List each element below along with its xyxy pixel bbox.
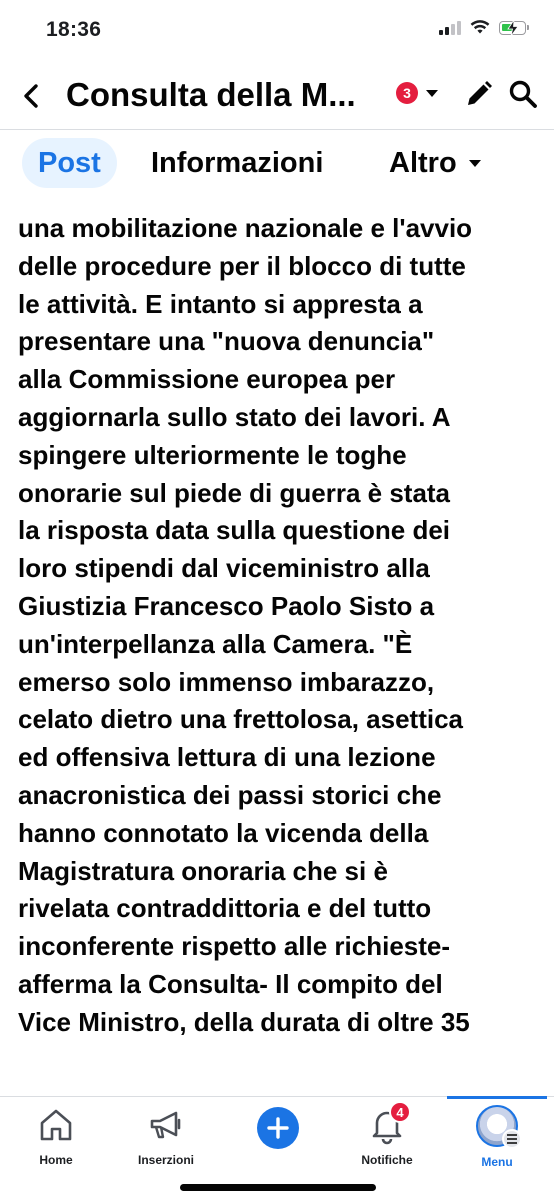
menu-lines-icon <box>502 1129 522 1149</box>
page-header: Consulta della M... 3 <box>0 60 554 130</box>
post-text-line: emerso solo immenso imbarazzo, <box>18 666 435 697</box>
home-icon <box>36 1105 76 1145</box>
wifi-icon <box>470 20 490 34</box>
tab-altro-label: Altro <box>389 146 457 179</box>
status-time: 18:36 <box>46 18 102 41</box>
post-text-line: alla Commissione europea per <box>18 364 396 395</box>
search-button[interactable] <box>507 78 539 110</box>
post-text-line: hanno connotato la vicenda della <box>18 817 429 848</box>
post-text-line: spingere ulteriormente le toghe <box>18 439 407 470</box>
post-text-line: anacronistica dei passi storici che <box>18 779 442 810</box>
battery-charging-icon <box>499 19 529 36</box>
post-text-line: ed offensiva lettura di una lezione <box>18 742 436 773</box>
post-text-line: Magistratura onoraria che si è <box>18 855 388 886</box>
page-tabs: Post Informazioni Altro <box>0 138 554 188</box>
tab-post-label: Post <box>38 146 101 179</box>
header-notification-badge: 3 <box>396 82 418 104</box>
nav-create-button[interactable] <box>228 1105 328 1175</box>
nav-notifiche-label: Notifiche <box>361 1153 413 1167</box>
tab-altro[interactable]: Altro <box>389 138 481 188</box>
home-indicator <box>180 1184 376 1191</box>
tab-informazioni-label: Informazioni <box>151 146 324 179</box>
post-text-line: loro stipendi dal viceministro alla <box>18 553 430 584</box>
back-button[interactable] <box>16 80 48 112</box>
page-title: Consulta della M... <box>66 76 356 113</box>
post-text-line: aggiornarla sullo stato dei lavori. A <box>18 401 451 432</box>
post-text-line: afferma la Consulta- Il compito del <box>18 968 443 999</box>
nav-home[interactable]: Home <box>6 1105 106 1175</box>
post-text-line: celato dietro una frettolosa, asettica <box>18 704 464 735</box>
back-chevron-icon <box>24 84 38 108</box>
bell-icon: 4 <box>367 1101 411 1145</box>
post-content: una mobilitazione nazionale e l'avvio del… <box>0 188 554 1096</box>
status-bar: 18:36 <box>0 0 554 60</box>
caret-down-icon <box>426 89 438 97</box>
active-tab-indicator <box>447 1096 547 1099</box>
post-text-line: onorarie sul piede di guerra è stata <box>18 477 451 508</box>
edit-button[interactable] <box>463 78 495 110</box>
search-icon <box>509 80 537 108</box>
post-text-line: presentare una "nuova denuncia" <box>18 326 435 357</box>
post-text-line: Vice Ministro, della durata di oltre 35 <box>18 1006 470 1037</box>
megaphone-icon <box>146 1105 186 1145</box>
nav-menu-label: Menu <box>481 1155 513 1169</box>
post-text-line: le attività. E intanto si appresta a <box>18 288 423 319</box>
post-text: una mobilitazione nazionale e l'avvio del… <box>18 210 548 1042</box>
cellular-signal-icon <box>439 20 461 35</box>
nav-menu[interactable]: Menu <box>447 1105 547 1175</box>
post-text-line: la risposta data sulla questione dei <box>18 515 451 546</box>
post-text-line: Giustizia Francesco Paolo Sisto a <box>18 590 435 621</box>
nav-home-label: Home <box>39 1153 73 1167</box>
notifications-badge: 4 <box>389 1101 411 1123</box>
pencil-icon <box>468 81 492 105</box>
post-text-line: delle procedure per il blocco di tutte <box>18 250 466 281</box>
nav-inserzioni[interactable]: Inserzioni <box>116 1105 216 1175</box>
caret-down-icon <box>468 159 481 167</box>
post-text-line: una mobilitazione nazionale e l'avvio <box>18 213 473 243</box>
nav-inserzioni-label: Inserzioni <box>137 1153 194 1167</box>
status-icons <box>439 19 529 36</box>
pages-switcher-button[interactable]: 3 <box>396 82 438 104</box>
post-text-line: rivelata contraddittoria e del tutto <box>18 893 432 924</box>
tab-post[interactable]: Post <box>22 138 117 188</box>
tab-informazioni[interactable]: Informazioni <box>151 138 323 188</box>
post-text-line: inconferente rispetto alle richieste- <box>18 931 451 962</box>
plus-icon <box>257 1107 299 1149</box>
avatar <box>476 1105 522 1149</box>
nav-notifiche[interactable]: 4 Notifiche <box>337 1101 437 1175</box>
post-text-line: un'interpellanza alla Camera. "È <box>18 628 413 659</box>
